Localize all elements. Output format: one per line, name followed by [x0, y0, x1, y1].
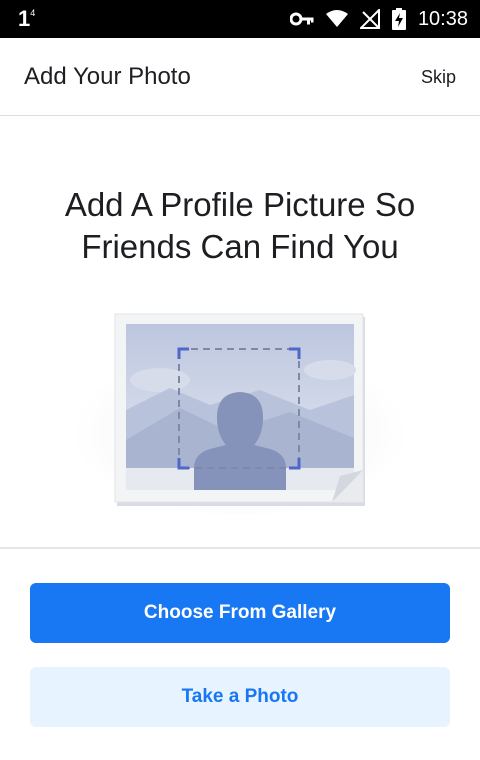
notification-count: 1: [18, 6, 31, 31]
profile-photo-placeholder-icon: [70, 300, 410, 515]
status-bar: 14 10:38: [0, 0, 480, 38]
choose-from-gallery-button[interactable]: Choose From Gallery: [30, 583, 450, 643]
notification-sup: 4: [30, 8, 36, 18]
take-a-photo-label: Take a Photo: [181, 686, 299, 707]
divider: [0, 547, 480, 549]
wifi-icon: [325, 10, 348, 28]
choose-from-gallery-label: Choose From Gallery: [143, 602, 337, 623]
skip-button[interactable]: Skip: [421, 67, 456, 88]
battery-charging-icon: [391, 8, 406, 30]
key-icon: [289, 12, 314, 26]
app-header: Add Your Photo Skip: [0, 38, 480, 116]
headline-line-2: Friends Can Find You: [81, 228, 399, 265]
take-a-photo-button[interactable]: Take a Photo: [30, 667, 450, 727]
no-signal-icon: [359, 9, 380, 29]
clock: 10:38: [417, 7, 468, 30]
notification-indicator: 14: [18, 6, 35, 32]
headline: Add A Profile Picture So Friends Can Fin…: [0, 184, 480, 268]
headline-line-1: Add A Profile Picture So: [64, 186, 416, 223]
page-title: Add Your Photo: [24, 63, 191, 90]
